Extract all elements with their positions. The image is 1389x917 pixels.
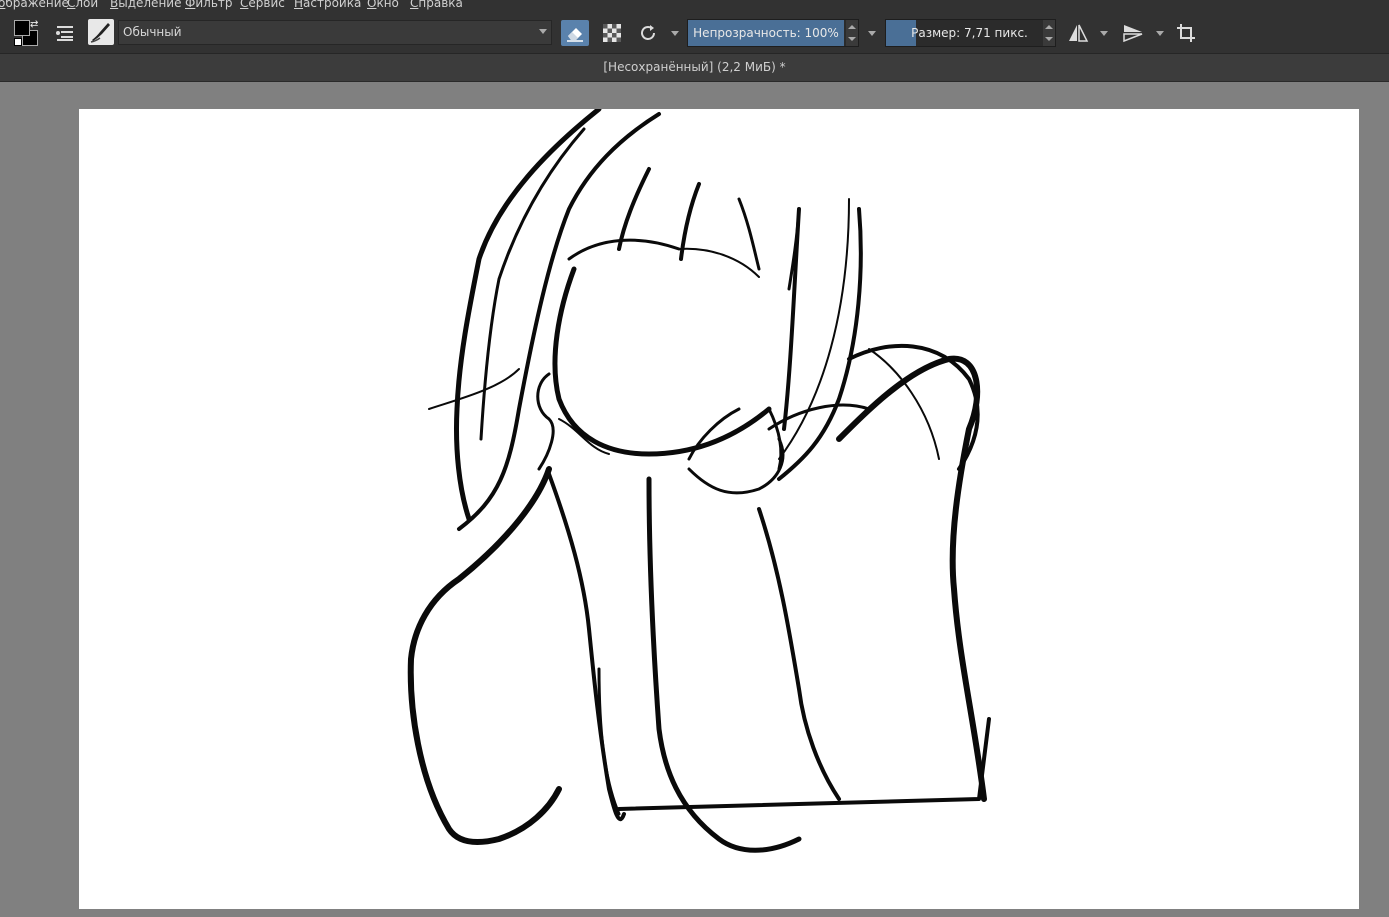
wrap-around-icon[interactable]	[1173, 20, 1199, 46]
menu-settings[interactable]: Настройка	[294, 0, 361, 10]
drawing-canvas[interactable]	[79, 109, 1359, 909]
blending-mode-dropdown[interactable]: Обычный	[118, 20, 552, 45]
blending-mode-value: Обычный	[123, 25, 182, 39]
menu-window[interactable]: Окно	[367, 0, 399, 10]
canvas-area[interactable]	[0, 82, 1389, 917]
chevron-down-icon[interactable]	[1156, 31, 1164, 36]
opacity-label: Непрозрачность: 100%	[693, 26, 839, 40]
brush-preset-icon[interactable]	[88, 19, 114, 45]
size-label: Размер: 7,71 пикс.	[911, 26, 1028, 40]
opacity-slider[interactable]: Непрозрачность: 100%	[687, 19, 859, 47]
sketch-drawing	[407, 109, 991, 853]
opacity-spinner[interactable]	[846, 20, 858, 46]
mirror-horizontal-icon[interactable]	[1065, 20, 1091, 46]
brush-size-slider[interactable]: Размер: 7,71 пикс.	[885, 19, 1056, 47]
menu-select[interactable]: Выделение	[110, 0, 181, 10]
document-title[interactable]: [Несохранённый] (2,2 МиБ) *	[0, 60, 1389, 74]
size-spinner[interactable]	[1043, 20, 1055, 46]
menu-filter[interactable]: Фильтр	[185, 0, 233, 10]
menu-tools[interactable]: Сервис	[240, 0, 285, 10]
mirror-vertical-icon[interactable]	[1120, 20, 1146, 46]
chevron-down-icon[interactable]	[868, 31, 876, 36]
reload-preset-icon[interactable]	[635, 20, 661, 46]
document-tab-bar: [Несохранённый] (2,2 МиБ) *	[0, 54, 1389, 82]
chevron-down-icon	[539, 29, 547, 34]
eraser-icon[interactable]	[561, 20, 589, 46]
menu-layer[interactable]: Слой	[67, 0, 98, 10]
chevron-down-icon[interactable]	[671, 31, 679, 36]
preserve-alpha-icon[interactable]	[599, 20, 625, 46]
brush-settings-icon[interactable]	[52, 20, 78, 46]
menu-image[interactable]: ображение	[0, 0, 69, 10]
chevron-down-icon[interactable]	[1100, 31, 1108, 36]
menu-help[interactable]: Справка	[410, 0, 463, 10]
tool-options-bar: ⇄ Обычный Непрозрачность: 100% Размер: 7…	[0, 13, 1389, 54]
menu-bar: ображение Слой Выделение Фильтр Сервис Н…	[0, 0, 1389, 13]
fg-bg-color-icon[interactable]: ⇄	[12, 19, 42, 49]
